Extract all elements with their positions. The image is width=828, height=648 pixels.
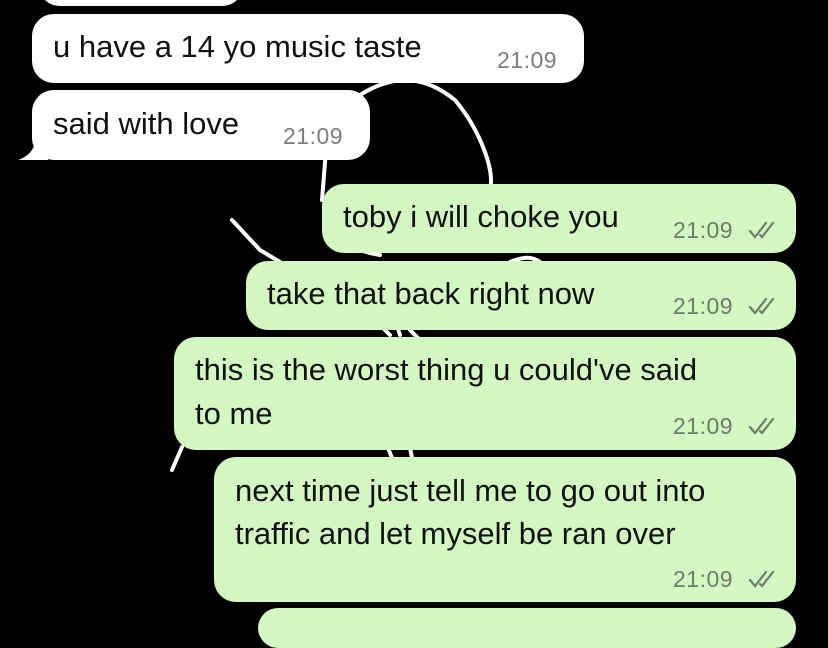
double-check-icon [748,297,775,315]
message-text: said with love [53,106,240,141]
message-text-line: next time just tell me to go out into [235,473,706,508]
message-timestamp: 21:09 [673,413,734,439]
message-text-line: to me [195,396,273,431]
message-text-line: traffic and let myself be ran over [235,516,676,551]
message-timestamp: 21:09 [673,566,734,592]
message-timestamp: 21:09 [673,217,734,243]
double-check-icon [748,570,775,588]
message-text: toby i will choke you [343,199,619,234]
double-check-icon [748,417,775,435]
double-check-icon [748,221,775,239]
message-text-line: this is the worst thing u could've said [195,352,698,387]
message-bubble-outgoing[interactable]: this is the worst thing u could've said … [174,337,796,450]
message-timestamp: 21:09 [673,293,734,319]
message-bubble-cropped-top[interactable] [38,0,244,6]
message-timestamp: 21:09 [497,47,558,73]
wallpaper-stroke-head [358,78,493,192]
message-bubble-incoming[interactable]: said with love 21:09 [32,90,370,160]
message-bubble-outgoing[interactable]: take that back right now 21:09 [246,261,796,330]
message-text: u have a 14 yo music taste [53,29,422,64]
message-text: take that back right now [267,276,595,311]
message-bubble-outgoing[interactable]: toby i will choke you 21:09 [322,184,796,253]
message-timestamp: 21:09 [283,123,344,149]
message-bubble-cropped-bottom[interactable] [258,608,796,648]
message-bubble-outgoing[interactable]: next time just tell me to go out into tr… [214,457,796,602]
message-bubble-incoming[interactable]: u have a 14 yo music taste 21:09 [32,14,584,83]
